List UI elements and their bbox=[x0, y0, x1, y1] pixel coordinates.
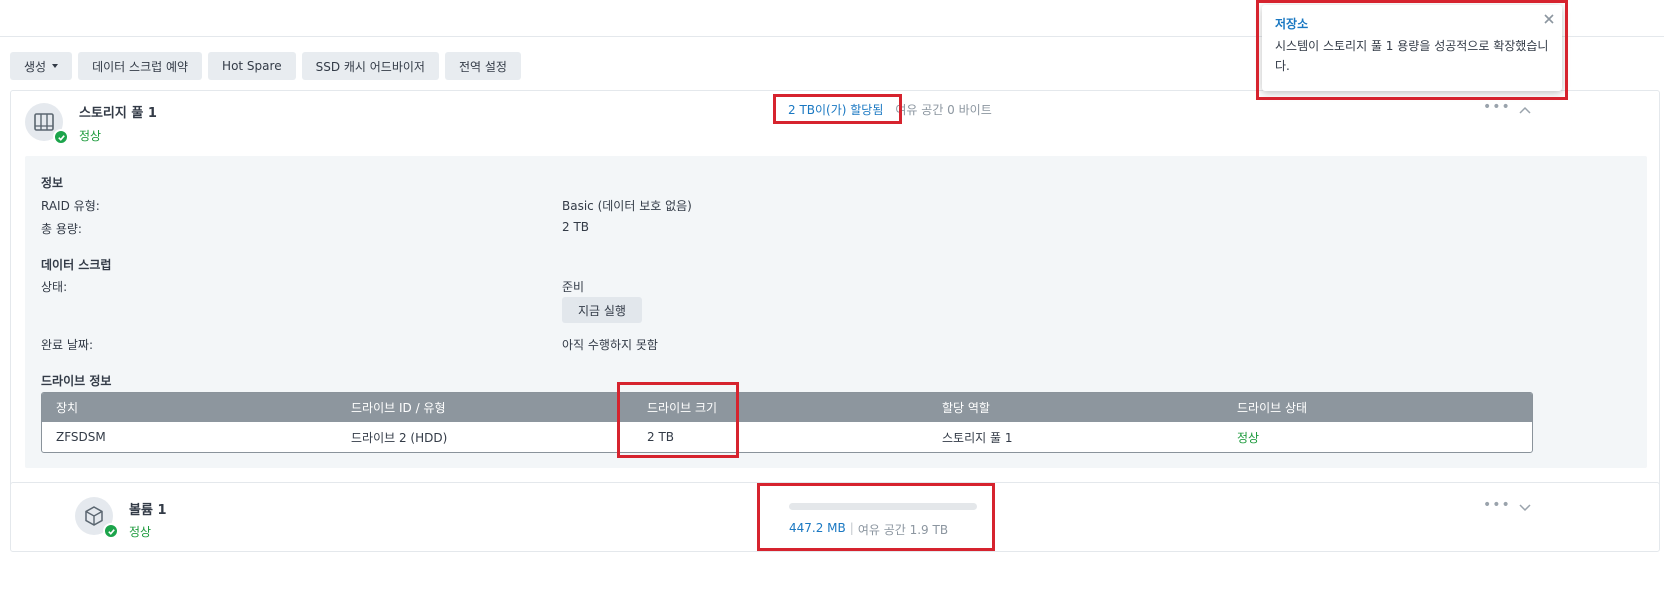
pool-status: 정상 bbox=[79, 129, 102, 143]
hot-spare-button[interactable]: Hot Spare bbox=[208, 52, 296, 80]
pool-name: 스토리지 풀 1 bbox=[79, 106, 157, 121]
more-icon[interactable]: ••• bbox=[1483, 99, 1511, 115]
drive-table-header: 장치 드라이브 ID / 유형 드라이브 크기 할당 역할 드라이브 상태 bbox=[42, 393, 1532, 422]
pool-free-space: 여유 공간 0 바이트 bbox=[895, 103, 992, 117]
completion-date-label: 완료 날짜: bbox=[41, 338, 94, 352]
highlight-box bbox=[757, 483, 995, 551]
scrub-schedule-button[interactable]: 데이터 스크럽 예약 bbox=[78, 52, 203, 80]
storage-pool-card: 스토리지 풀 1 정상 2 TB이(가) 할당됨 여유 공간 0 바이트 •••… bbox=[10, 90, 1660, 490]
scrub-state-value: 준비 bbox=[562, 280, 585, 294]
chevron-down-icon bbox=[52, 64, 59, 68]
completion-date-value: 아직 수행하지 못함 bbox=[562, 338, 658, 352]
column-header-role[interactable]: 할당 역할 bbox=[942, 399, 990, 416]
cell-drive-id: 드라이브 2 (HDD) bbox=[351, 430, 448, 445]
toolbar: 생성 데이터 스크럽 예약 Hot Spare SSD 캐시 어드바이저 전역 … bbox=[10, 52, 521, 80]
chevron-down-icon[interactable] bbox=[1519, 501, 1531, 515]
global-settings-button[interactable]: 전역 설정 bbox=[444, 52, 521, 80]
volume-icon bbox=[75, 497, 119, 539]
info-section-title: 정보 bbox=[41, 176, 64, 190]
drive-info-title: 드라이브 정보 bbox=[41, 374, 112, 388]
healthy-check-icon bbox=[103, 523, 119, 539]
ssd-cache-advisor-button[interactable]: SSD 캐시 어드바이저 bbox=[301, 52, 439, 80]
table-row[interactable]: ZFSDSM 드라이브 2 (HDD) 2 TB 스토리지 풀 1 정상 bbox=[42, 422, 1532, 452]
column-header-drive-id[interactable]: 드라이브 ID / 유형 bbox=[351, 399, 446, 416]
highlight-box bbox=[773, 94, 902, 124]
capacity-label: 총 용량: bbox=[41, 222, 82, 236]
cell-device: ZFSDSM bbox=[56, 430, 106, 444]
volume-status: 정상 bbox=[129, 525, 152, 539]
more-icon[interactable]: ••• bbox=[1483, 497, 1511, 513]
create-button[interactable]: 생성 bbox=[10, 52, 73, 80]
raid-type-label: RAID 유형: bbox=[41, 199, 100, 213]
volume-name: 볼륨 1 bbox=[129, 503, 167, 518]
create-button-label: 생성 bbox=[24, 59, 47, 74]
highlight-box bbox=[617, 382, 739, 458]
column-header-drive-status[interactable]: 드라이브 상태 bbox=[1237, 399, 1307, 416]
storage-pool-icon bbox=[25, 103, 69, 145]
raid-type-value: Basic (데이터 보호 없음) bbox=[562, 199, 692, 213]
highlight-box bbox=[1256, 0, 1568, 100]
scrub-section-title: 데이터 스크럽 bbox=[41, 258, 112, 272]
column-header-device[interactable]: 장치 bbox=[56, 399, 78, 416]
chevron-up-icon[interactable] bbox=[1519, 103, 1531, 117]
drive-table: 장치 드라이브 ID / 유형 드라이브 크기 할당 역할 드라이브 상태 ZF… bbox=[41, 392, 1533, 453]
cell-drive-status: 정상 bbox=[1237, 430, 1260, 445]
volume-card: 볼륨 1 정상 447.2 MB | 여유 공간 1.9 TB ••• bbox=[10, 482, 1660, 552]
healthy-check-icon bbox=[53, 129, 69, 145]
pool-info-panel: 정보 RAID 유형: Basic (데이터 보호 없음) 총 용량: 2 TB… bbox=[25, 156, 1647, 468]
capacity-value: 2 TB bbox=[562, 220, 590, 234]
scrub-state-label: 상태: bbox=[41, 280, 68, 294]
cell-role: 스토리지 풀 1 bbox=[942, 430, 1013, 445]
run-now-button[interactable]: 지금 실행 bbox=[562, 297, 642, 323]
